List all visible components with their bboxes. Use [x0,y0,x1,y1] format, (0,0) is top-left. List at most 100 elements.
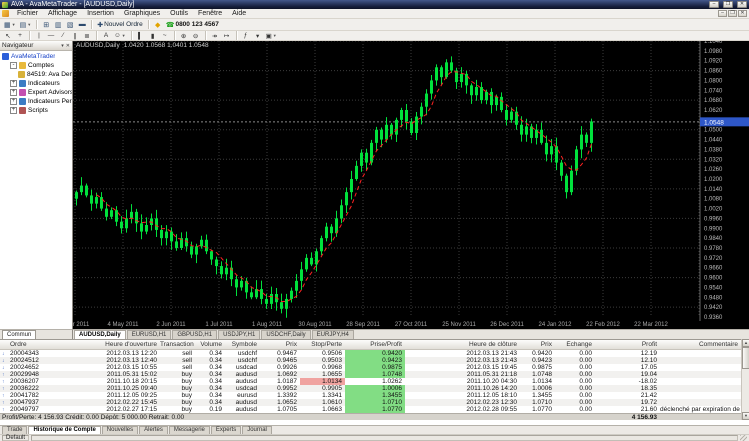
terminal-tab-journal[interactable]: Journal [242,426,272,434]
terminal-tab-experts[interactable]: Experts [210,426,242,434]
mdi-close-button[interactable]: ✕ [738,10,747,17]
scroll-up-icon[interactable]: ▲ [742,339,749,347]
profiles-button[interactable]: ▤ ▼ [18,20,34,30]
navigator-item-scripts[interactable]: + Scripts [2,106,72,115]
column-header-e-change-11[interactable]: Échange [555,341,595,348]
menu-fichier[interactable]: Fichier [12,9,43,19]
history-row[interactable]: ↑ 20036207 2011.10.18 20:15 buy 0.34 audusd 1.… [0,378,749,385]
expand-icon[interactable]: + [10,80,17,87]
close-button[interactable]: ✕ [737,1,747,8]
expand-icon[interactable]: + [10,89,17,96]
terminal-tab-historique-de-compte[interactable]: Historique de Compte [28,426,101,434]
candlestick-button[interactable]: ▮ [147,32,159,40]
chart-tab-usdchf-daily[interactable]: USDCHF,Daily [261,330,311,339]
history-row[interactable]: ↑ 20029948 2011.05.31 15:02 buy 0.34 audusd 1.… [0,371,749,378]
menu-fene-tre[interactable]: Fenêtre [193,9,227,19]
chart-tab-audusd-daily[interactable]: AUDUSD,Daily [74,330,126,339]
data-window-button[interactable]: ▥ [52,20,64,30]
history-row[interactable]: ↓ 20024512 2012.03.13 12:40 sell 0.34 usdchf 0… [0,357,749,364]
menu-aide[interactable]: Aide [227,9,251,19]
channel-button[interactable]: ∥ [69,32,81,40]
chart-tab-usdjpy-h1[interactable]: USDJPY,H1 [218,330,261,339]
column-header-prise-profit-8[interactable]: Prise/Profit [345,341,405,348]
chart-window[interactable]: AUDUSD,Daily 1.0420 1.0568 1.0401 1.0548… [73,41,749,329]
scroll-down-icon[interactable]: ▼ [742,412,749,420]
navigator-item-avametatrader[interactable]: AvaMetaTrader [2,52,72,61]
history-row[interactable]: ↓ 20024652 2012.03.15 10:55 sell 0.34 usdcad 0… [0,364,749,371]
menu-graphiques[interactable]: Graphiques [119,9,165,19]
terminal-window-button[interactable]: ▬ [76,20,88,30]
mdi-restore-button[interactable]: ❐ [728,10,737,17]
trendline-button[interactable]: ∕ [57,32,69,40]
new-chart-button[interactable]: ▦ ▼ [2,20,18,30]
column-header-heure-d-ouverture-2[interactable]: Heure d'ouverture [95,341,160,348]
fibonacci-button[interactable]: ≣ [81,32,93,40]
price-chart-canvas[interactable]: 1.1040 1.0980 1.0920 1.0860 1.0800 1.0740 1.06… [73,41,749,329]
zoom-in-button[interactable]: ⊕ [178,32,190,40]
terminal-tab-trade[interactable]: Trade [2,426,28,434]
metaeditor-button[interactable]: ◆ [152,20,164,30]
scrollbar-thumb[interactable] [742,347,749,369]
support-phone-button[interactable]: ☎ 0800 123 4567 [164,20,221,30]
column-header-transaction-3[interactable]: Transaction [160,341,195,348]
terminal-tab-messagerie[interactable]: Messagerie [168,426,210,434]
terminal-tab-nouvelles[interactable]: Nouvelles [101,426,139,434]
history-row[interactable]: ↑ 20036222 2011.10.25 09:40 buy 0.34 usdcad 0.… [0,385,749,392]
market-watch-button[interactable]: ⊞ [40,20,52,30]
periods-button[interactable]: ▾ [252,32,264,40]
navigator-dropdown-icon[interactable]: ▾ [61,43,64,49]
expand-icon[interactable]: + [10,107,17,114]
maximize-button[interactable]: ❐ [723,1,733,8]
zoom-out-button[interactable]: ⊖ [190,32,202,40]
chart-shift-button[interactable]: ↦ [221,32,233,40]
indicators-button[interactable]: ƒ [240,32,252,40]
vertical-line-button[interactable]: | [33,32,45,40]
history-row[interactable]: ↑ 20041782 2011.12.05 09:25 buy 0.34 eurusd 1.… [0,392,749,399]
auto-scroll-button[interactable]: ↠ [209,32,221,40]
column-header-symbole-5[interactable]: Symbole [225,341,260,348]
terminal-tab-alertes[interactable]: Alertes [139,426,168,434]
bar-chart-button[interactable]: ▍ [135,32,147,40]
menu-insertion[interactable]: Insertion [82,9,119,19]
column-header-commentaire-13[interactable]: Commentaire [660,341,741,348]
crosshair-button[interactable]: + [14,32,26,40]
navigator-item-indicateurs[interactable]: + Indicateurs [2,79,72,88]
navigator-tab-common[interactable]: Commun [2,330,37,339]
arrows-button[interactable]: ☺ ▼ [112,32,128,40]
history-row[interactable]: ↓ 20004343 2012.03.13 12:20 sell 0.34 usdchf 0… [0,350,749,357]
column-header-volume-4[interactable]: Volume [195,341,225,348]
chart-tab-eurjpy-h4[interactable]: EURJPY,H4 [311,330,354,339]
expand-icon[interactable]: + [10,98,17,105]
minimize-button[interactable]: – [709,1,719,8]
column-header-heure-de-clo-ture-9[interactable]: Heure de clôture [405,341,520,348]
mdi-minimize-button[interactable]: – [718,10,727,17]
history-row[interactable]: ↑ 20049797 2012.02.27 17:15 buy 0.19 audusd 1.… [0,406,749,413]
navigator-item-84519-ava-demo[interactable]: 84519: Ava Demo [2,70,72,79]
new-order-button[interactable]: ✚ Nouvel Ordre [95,20,145,30]
line-chart-button[interactable]: ~ [159,32,171,40]
terminal-scrollbar[interactable]: ▲ ▼ [741,339,749,420]
column-header-prix-10[interactable]: Prix [520,341,555,348]
cell-profit: 19.04 [640,371,657,378]
column-header-ordre-1[interactable]: Ordre [8,341,95,348]
cursor-button[interactable]: ↖ [2,32,14,40]
resize-grip-icon[interactable] [740,435,747,441]
menu-outils[interactable]: Outils [165,9,193,19]
profile-indicator[interactable]: Default [2,435,30,441]
navigator-close-icon[interactable]: ✕ [66,43,70,49]
collapse-icon[interactable]: - [10,62,17,69]
navigator-item-indicateurs-personnalise-s[interactable]: + Indicateurs Personnalisés [2,97,72,106]
templates-button[interactable]: ▣ ▼ [264,32,279,40]
text-button[interactable]: A [100,32,112,40]
chart-tab-eurusd-h1[interactable]: EURUSD,H1 [126,330,172,339]
column-header-prix-6[interactable]: Prix [260,341,300,348]
navigator-window-button[interactable]: ▧ [64,20,76,30]
column-header-profit-12[interactable]: Profit [595,341,660,348]
navigator-item-expert-advisors[interactable]: + Expert Advisors [2,88,72,97]
chart-tab-gbpusd-h1[interactable]: GBPUSD,H1 [172,330,218,339]
horizontal-line-button[interactable]: ― [45,32,57,40]
menu-affichage[interactable]: Affichage [43,9,82,19]
navigator-item-comptes[interactable]: - Comptes [2,61,72,70]
history-row[interactable]: ↑ 20047937 2012.02.22 15:45 buy 0.34 audusd 1.… [0,399,749,406]
column-header-stop-perte-7[interactable]: Stop/Perte [300,341,345,348]
